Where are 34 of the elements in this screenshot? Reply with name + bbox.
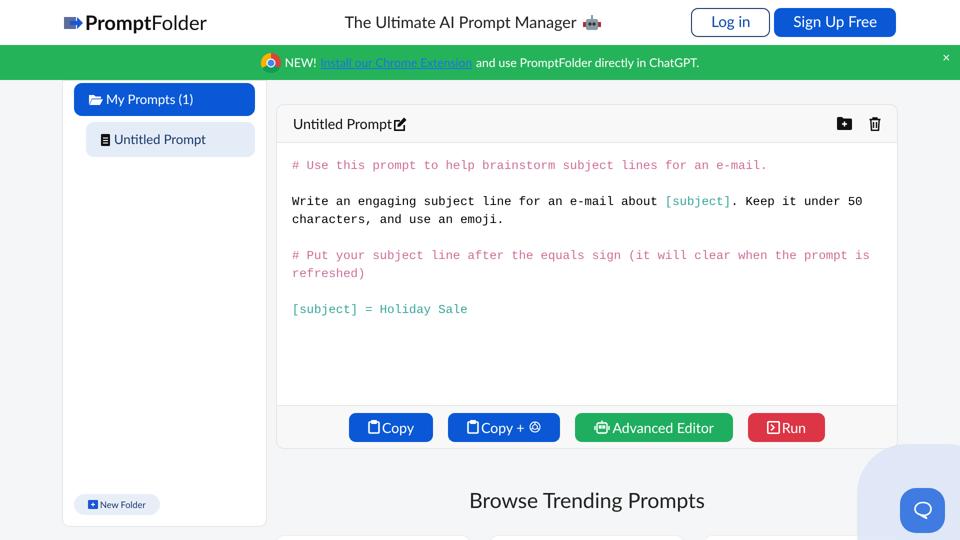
log-in-button[interactable]: Log in [691, 8, 770, 37]
folder-arrow-logo-icon [64, 14, 83, 30]
action-button[interactable]: Run [748, 412, 825, 442]
tagline: The Ultimate AI Prompt Manager [344, 12, 577, 34]
prompt-title[interactable]: Untitled Prompt [293, 113, 392, 134]
comment-text: # Use this prompt to help brainstorm subject lines for an e-mail. [292, 158, 768, 175]
folder-plus-icon [88, 500, 98, 509]
document-icon [101, 134, 110, 146]
action-button[interactable]: Copy + [448, 412, 560, 442]
clipboard-icon [467, 420, 480, 434]
robot-icon [582, 14, 601, 30]
new-folder-button[interactable]: New Folder [74, 494, 160, 515]
variable-text: [subject] = Holiday Sale [292, 302, 469, 319]
folder-icon [89, 94, 103, 106]
prompt-text: Write an engaging subject line for an e-mail about [subject]. Keep it under 50 characters, and use an emoji. [292, 194, 864, 229]
terminal-icon [766, 420, 780, 434]
sign-up-button[interactable]: Sign Up Free [774, 8, 896, 37]
trash-icon[interactable] [869, 116, 881, 130]
new-label: NEW! [284, 54, 316, 72]
prompt-item[interactable]: Untitled Prompt [86, 122, 255, 157]
chat-bubble-icon [912, 501, 932, 520]
robot-icon [594, 420, 610, 434]
action-button[interactable]: Copy [349, 412, 434, 442]
comment-text: # Put your subject line after the equals sign (it will clear when the prompt is refreshed) [292, 248, 871, 283]
chat-button[interactable] [900, 488, 945, 533]
folder-plus-icon[interactable] [837, 117, 852, 130]
logo-text[interactable]: PromptFolder [85, 8, 207, 38]
swirl-logo-icon [529, 421, 542, 433]
edit-icon[interactable] [392, 116, 407, 130]
banner-text: and use PromptFolder directly in ChatGPT. [476, 54, 700, 72]
folder-item[interactable]: My Prompts (1) [74, 83, 255, 116]
section-heading: Browse Trending Prompts [469, 487, 705, 515]
chrome-logo-icon [260, 52, 281, 72]
clipboard-icon [368, 420, 380, 434]
